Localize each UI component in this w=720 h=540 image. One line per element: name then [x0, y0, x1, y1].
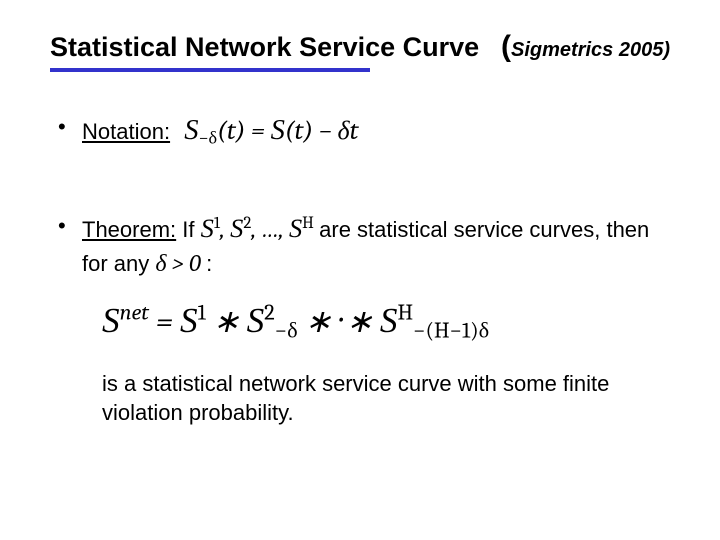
bullet-notation: Notation: S−δ(t) = S(t) − δt [50, 112, 670, 151]
theorem-label: Theorem: [82, 217, 176, 242]
d-sH-sup: H [397, 300, 413, 326]
d-s1: S [180, 301, 198, 340]
disp-eq: = [149, 303, 180, 340]
d-s2-sub: −δ [275, 318, 298, 344]
comma1: , [220, 215, 230, 243]
d-sH-sub: −(H−1)δ [413, 318, 489, 344]
citation-text: Sigmetrics 2005) [511, 39, 670, 61]
math-minus: − [313, 116, 337, 146]
slide: Statistical Network Service Curve (Sigme… [0, 0, 720, 540]
math-rhs-arg: (t) [285, 116, 313, 146]
theorem-conclusion: is a statistical network service curve w… [102, 370, 630, 427]
title-underline [50, 68, 370, 72]
notation-label: Notation: [82, 119, 170, 144]
dots: , …, [251, 215, 289, 243]
delta-condition: δ > 0 [155, 249, 206, 277]
sH: S [289, 213, 302, 243]
d-s2-sup: 2 [264, 300, 275, 326]
snet-sup: net [120, 300, 149, 326]
citation: (Sigmetrics 2005) [501, 30, 670, 64]
math-dt: δt [338, 116, 359, 146]
snet: S [102, 301, 120, 340]
paren-open: ( [501, 30, 511, 63]
s2: S [230, 213, 243, 243]
title-row: Statistical Network Service Curve (Sigme… [50, 30, 670, 64]
bullet-theorem: Theorem: If S1, S2, …, SH are statistica… [50, 211, 670, 427]
d-s1-sup: 1 [198, 300, 206, 326]
math-s2: S [271, 115, 285, 146]
cdots: ∗ ··· ∗ [298, 303, 380, 340]
sH-sup: H [302, 214, 314, 233]
s1: S [201, 213, 214, 243]
slide-title: Statistical Network Service Curve [50, 32, 479, 63]
display-formula: Snet = S1 ∗ S2−δ ∗ ··· ∗ SH−(H−1)δ [102, 297, 670, 346]
bullet-list: Notation: S−δ(t) = S(t) − δt Theorem: If… [50, 112, 670, 427]
delta-cond-text: δ > 0 [155, 249, 200, 277]
if-word: If [176, 217, 200, 242]
math-eq: = [245, 116, 270, 146]
colon: : [206, 251, 212, 276]
notation-formula: S−δ(t) = S(t) − δt [184, 116, 358, 146]
d-s2: S [247, 301, 265, 340]
math-s: S [184, 115, 198, 146]
theorem-hypothesis-math: S1, S2, …, SH [201, 215, 320, 243]
math-sub: −δ [198, 128, 217, 149]
star1: ∗ [206, 303, 247, 340]
math-arg: (t) [217, 116, 245, 146]
d-sH: S [380, 301, 398, 340]
